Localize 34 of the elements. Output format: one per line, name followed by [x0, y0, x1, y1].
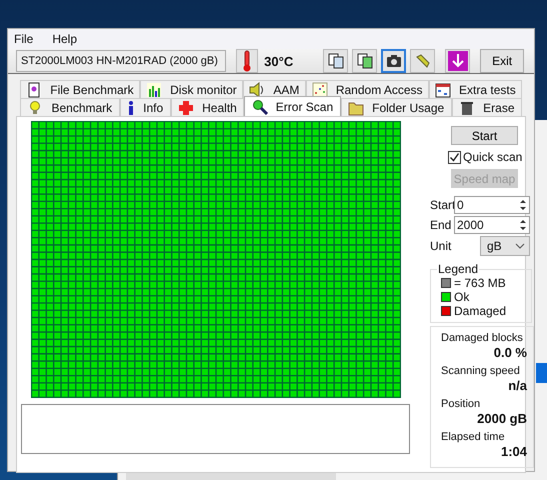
stat-value: 1:04	[500, 444, 527, 459]
start-field[interactable]: 0	[454, 196, 530, 214]
tab[interactable]: Disk monitor	[140, 80, 244, 98]
temperature-reading: 30°C	[264, 54, 294, 68]
legend-label: Damaged	[454, 304, 506, 318]
field-label: End	[430, 218, 451, 232]
stat-label: Damaged blocks	[441, 331, 524, 345]
exit-button[interactable]: Exit	[480, 49, 524, 73]
tab[interactable]: Benchmark	[20, 98, 120, 116]
menu-item[interactable]: Help	[52, 32, 78, 46]
quick-scan-checkbox[interactable]: Quick scan	[448, 150, 522, 164]
stat-label: Elapsed time	[441, 430, 506, 444]
stat-value: 0.0 %	[494, 345, 527, 360]
stat-value: 2000 gB	[477, 411, 527, 426]
tab[interactable]: File Benchmark	[20, 80, 140, 98]
legend-title: Legend	[437, 262, 480, 276]
tab[interactable]: Health	[170, 98, 244, 116]
legend-label: Ok	[454, 290, 470, 304]
start-button[interactable]: Start	[451, 126, 518, 145]
stat-label: Position	[441, 397, 482, 411]
end-field[interactable]: 2000	[454, 216, 530, 234]
tab[interactable]: Random Access	[306, 80, 429, 98]
drive-dropdown[interactable]: ST2000LM003 HN-M201RAD (2000 gB)	[16, 50, 226, 72]
legend-label: = 763 MB	[454, 276, 506, 290]
stat-label: Scanning speed	[441, 364, 521, 378]
tab[interactable]: Erase	[452, 98, 522, 116]
tab[interactable]: Extra tests	[428, 80, 522, 98]
menu-item[interactable]: File	[14, 32, 34, 46]
tab[interactable]: Info	[120, 98, 171, 116]
unit-dropdown[interactable]: gB	[480, 236, 530, 256]
stat-value: n/a	[508, 378, 527, 393]
tab[interactable]: Folder Usage	[340, 98, 452, 116]
tab[interactable]: Error Scan	[244, 96, 341, 117]
field-label: Unit	[430, 239, 451, 253]
